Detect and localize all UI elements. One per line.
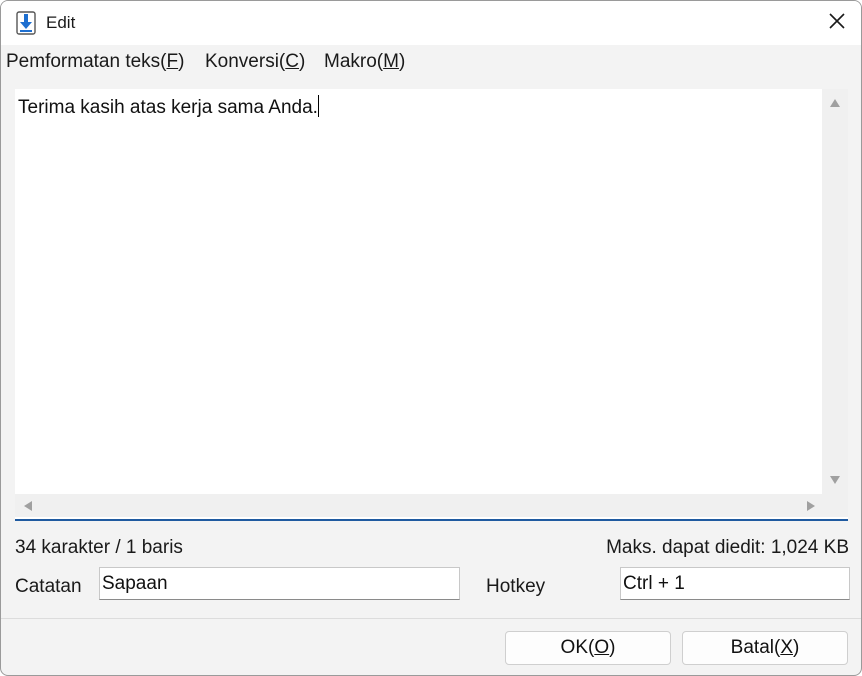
menu-suffix: ) <box>298 51 306 72</box>
menu-conversion[interactable]: Konversi(C) <box>205 51 305 73</box>
scroll-up-icon[interactable] <box>830 99 840 107</box>
scroll-right-icon[interactable] <box>807 501 815 511</box>
max-size-info: Maks. dapat diedit: 1,024 KB <box>606 537 849 558</box>
menu-label: Konversi( <box>205 51 286 72</box>
ok-button[interactable]: OK(O) <box>505 631 671 665</box>
menu-mnemonic: M <box>383 51 399 72</box>
menu-macro[interactable]: Makro(M) <box>324 51 405 73</box>
character-count: 34 karakter / 1 baris <box>15 537 183 558</box>
cancel-mnemonic: X <box>780 637 793 658</box>
close-button[interactable] <box>813 1 861 45</box>
note-input[interactable]: Sapaan <box>99 567 460 600</box>
ok-suffix: ) <box>609 637 616 658</box>
scrollbar-corner <box>822 494 848 517</box>
cancel-suffix: ) <box>793 637 800 658</box>
close-icon <box>828 12 846 35</box>
vertical-scrollbar[interactable] <box>822 89 848 494</box>
window-title: Edit <box>46 13 76 32</box>
editor-content[interactable]: Terima kasih atas kerja sama Anda. <box>18 95 319 119</box>
text-caret <box>317 95 319 117</box>
menu-label: Pemformatan teks( <box>6 51 167 72</box>
menu-text-formatting[interactable]: Pemformatan teks(F) <box>6 51 184 73</box>
footer-divider <box>1 618 861 619</box>
ok-label: OK( <box>560 637 595 658</box>
ok-mnemonic: O <box>594 637 610 658</box>
title-bar: Edit <box>1 1 861 45</box>
hotkey-input[interactable]: Ctrl + 1 <box>620 567 850 600</box>
cancel-label: Batal( <box>730 637 781 658</box>
menu-suffix: ) <box>398 51 406 72</box>
menu-bar: Pemformatan teks(F) Konversi(C) Makro(M) <box>1 45 861 79</box>
edit-dialog: Edit Pemformatan teks(F) Konversi(C) Mak… <box>0 0 862 676</box>
text-editor[interactable]: Terima kasih atas kerja sama Anda. <box>15 89 848 521</box>
scroll-down-icon[interactable] <box>830 476 840 484</box>
menu-label: Makro( <box>324 51 384 72</box>
hotkey-label: Hotkey <box>486 576 546 597</box>
scroll-left-icon[interactable] <box>24 501 32 511</box>
note-label: Catatan <box>15 576 82 597</box>
cancel-button[interactable]: Batal(X) <box>682 631 848 665</box>
horizontal-scrollbar[interactable] <box>15 494 822 517</box>
menu-mnemonic: C <box>285 51 299 72</box>
editor-text-value: Terima kasih atas kerja sama Anda. <box>18 97 318 118</box>
menu-suffix: ) <box>178 51 185 72</box>
download-arrow-icon <box>15 11 37 35</box>
menu-mnemonic: F <box>166 51 179 72</box>
